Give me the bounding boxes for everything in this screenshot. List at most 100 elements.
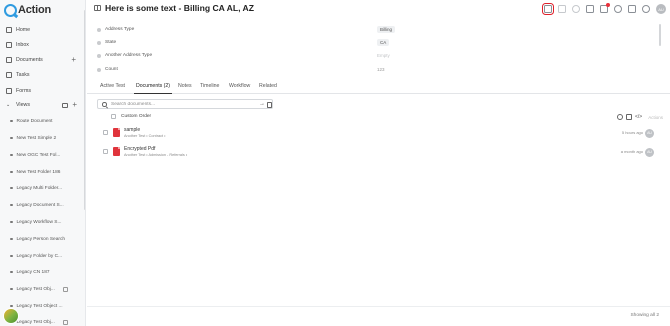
document-row[interactable]: Encrypted Pdf Another Test • Admission -… <box>97 146 663 162</box>
user-avatar[interactable]: AU <box>656 4 666 14</box>
document-timestamp: a month ago <box>620 149 643 154</box>
bookmark-icon[interactable] <box>541 2 555 16</box>
field-value[interactable]: Billing <box>377 26 396 33</box>
view-item[interactable]: New Test Folder 186 <box>0 166 85 178</box>
record-tabs: Active Test Documents (2) Notes Timeline… <box>87 80 670 94</box>
sidebar-item-home[interactable]: Home <box>0 24 85 36</box>
logo-text: Action <box>18 4 52 16</box>
view-label: New Test Folder 186 <box>16 169 61 175</box>
app-logo[interactable]: Action <box>4 3 51 17</box>
view-item[interactable]: Legacy Multi Folder... <box>0 182 85 194</box>
view-item[interactable]: Route Document <box>0 115 85 127</box>
view-item[interactable]: New OGC Test Fol... <box>0 149 85 161</box>
document-title[interactable]: sample <box>124 127 140 133</box>
view-label: Legacy Workflow S... <box>16 219 62 225</box>
document-timestamp: 5 hours ago <box>621 130 643 135</box>
row-checkbox[interactable] <box>103 149 108 154</box>
tab-active-test[interactable]: Active Test <box>100 83 125 89</box>
list-footer: Showing all 2 <box>87 306 670 326</box>
select-all-checkbox[interactable] <box>111 114 116 119</box>
star-icon[interactable] <box>558 5 566 13</box>
add-document-button[interactable]: + <box>71 56 76 64</box>
inbox-icon <box>6 42 12 48</box>
sidebar-item-label: Forms <box>16 88 32 94</box>
search-icon <box>102 102 107 107</box>
user-avatar-badge[interactable] <box>3 308 19 324</box>
custom-order-label[interactable]: Custom Order <box>121 114 151 119</box>
sidebar-item-forms[interactable]: Forms <box>0 85 85 97</box>
notification-badge <box>606 3 610 7</box>
share-icon[interactable] <box>586 5 594 13</box>
fields-scrollbar[interactable] <box>659 24 661 46</box>
field-type-icon <box>97 40 101 45</box>
code-view-icon[interactable]: </> <box>635 114 642 120</box>
panel-toggle-icon[interactable] <box>94 5 101 11</box>
sidebar-item-tasks[interactable]: Tasks <box>0 69 85 81</box>
view-item[interactable]: Legacy Folder by C... <box>0 250 85 262</box>
tasks-icon <box>6 72 12 78</box>
pdf-file-icon <box>113 128 120 137</box>
bullet-icon <box>10 119 13 123</box>
view-label: Legacy Folder by C... <box>16 253 63 259</box>
field-value[interactable]: Empty <box>377 53 390 58</box>
search-submit-arrow-icon[interactable]: → <box>259 101 265 108</box>
documents-list-header: Custom Order </> Actions <box>97 113 663 123</box>
record-fields: Address Type Billing State CA Another Ad… <box>87 22 659 76</box>
tab-workflow[interactable]: Workflow <box>229 83 250 89</box>
view-label: Legacy Test Obj... <box>16 286 55 292</box>
tab-notes[interactable]: Notes <box>178 83 192 89</box>
view-item[interactable]: Legacy Person Search <box>0 233 85 245</box>
tab-documents[interactable]: Documents (2) <box>133 83 173 94</box>
sidebar-item-views[interactable]: ⌄ Views + <box>0 99 85 111</box>
document-title[interactable]: Encrypted Pdf <box>124 146 155 152</box>
field-label: Another Address Type <box>105 53 153 58</box>
add-view-button[interactable]: + <box>72 101 77 109</box>
app-root: Action Home Inbox Documents + Tasks Form… <box>0 0 670 326</box>
header-toolbar: AU <box>538 2 666 16</box>
view-item[interactable]: Legacy Workflow S... <box>0 216 85 228</box>
document-row[interactable]: sample Another Test • Contract • 5 hours… <box>97 127 663 143</box>
sidebar-item-label: Tasks <box>16 72 30 78</box>
field-label: Address Type <box>105 27 135 32</box>
bullet-icon <box>10 170 13 174</box>
field-type-icon <box>97 67 101 72</box>
bullet-icon <box>10 270 13 274</box>
field-value[interactable]: CA <box>377 39 390 46</box>
view-label: Legacy Test Obj... <box>16 319 55 325</box>
tab-related[interactable]: Related <box>259 83 277 89</box>
search-input[interactable] <box>111 101 251 108</box>
row-checkbox[interactable] <box>103 130 108 135</box>
sidebar-item-inbox[interactable]: Inbox <box>0 39 85 51</box>
history-icon[interactable] <box>572 5 580 13</box>
share-icon[interactable] <box>617 114 623 120</box>
documents-icon <box>6 57 12 63</box>
field-type-icon <box>97 27 101 32</box>
view-label: Route Document <box>16 118 53 124</box>
comment-icon[interactable] <box>628 5 636 13</box>
filter-icon[interactable] <box>626 114 632 120</box>
sidebar-scrollbar[interactable] <box>84 10 85 210</box>
settings-icon[interactable] <box>642 5 650 13</box>
view-item[interactable]: Legacy Document S... <box>0 199 85 211</box>
notification-icon[interactable] <box>600 3 610 13</box>
showing-count: Showing all 2 <box>630 313 659 318</box>
document-filter-icon[interactable] <box>267 102 272 108</box>
new-folder-icon[interactable] <box>62 102 69 108</box>
actions-menu-label[interactable]: Actions <box>648 115 663 120</box>
view-item[interactable]: Legacy CN 187 <box>0 266 85 278</box>
bullet-icon <box>10 304 13 308</box>
logo-q-icon <box>4 3 17 17</box>
view-item[interactable]: Legacy Test Obj... <box>0 283 85 295</box>
view-item[interactable]: New Test Simple 2 <box>0 132 85 144</box>
field-type-icon <box>97 53 101 58</box>
tab-timeline[interactable]: Timeline <box>200 83 219 89</box>
view-type-icon <box>63 319 68 325</box>
chevron-down-icon: ⌄ <box>6 102 11 108</box>
field-row: Address Type Billing <box>87 23 659 36</box>
field-value[interactable]: 123 <box>377 67 385 72</box>
sidebar-item-documents[interactable]: Documents + <box>0 54 85 66</box>
document-owner-avatar: AU <box>645 128 654 138</box>
sidebar: Action Home Inbox Documents + Tasks Form… <box>0 0 86 326</box>
clock-icon[interactable] <box>614 5 622 13</box>
list-actions: </> Actions <box>614 114 663 120</box>
